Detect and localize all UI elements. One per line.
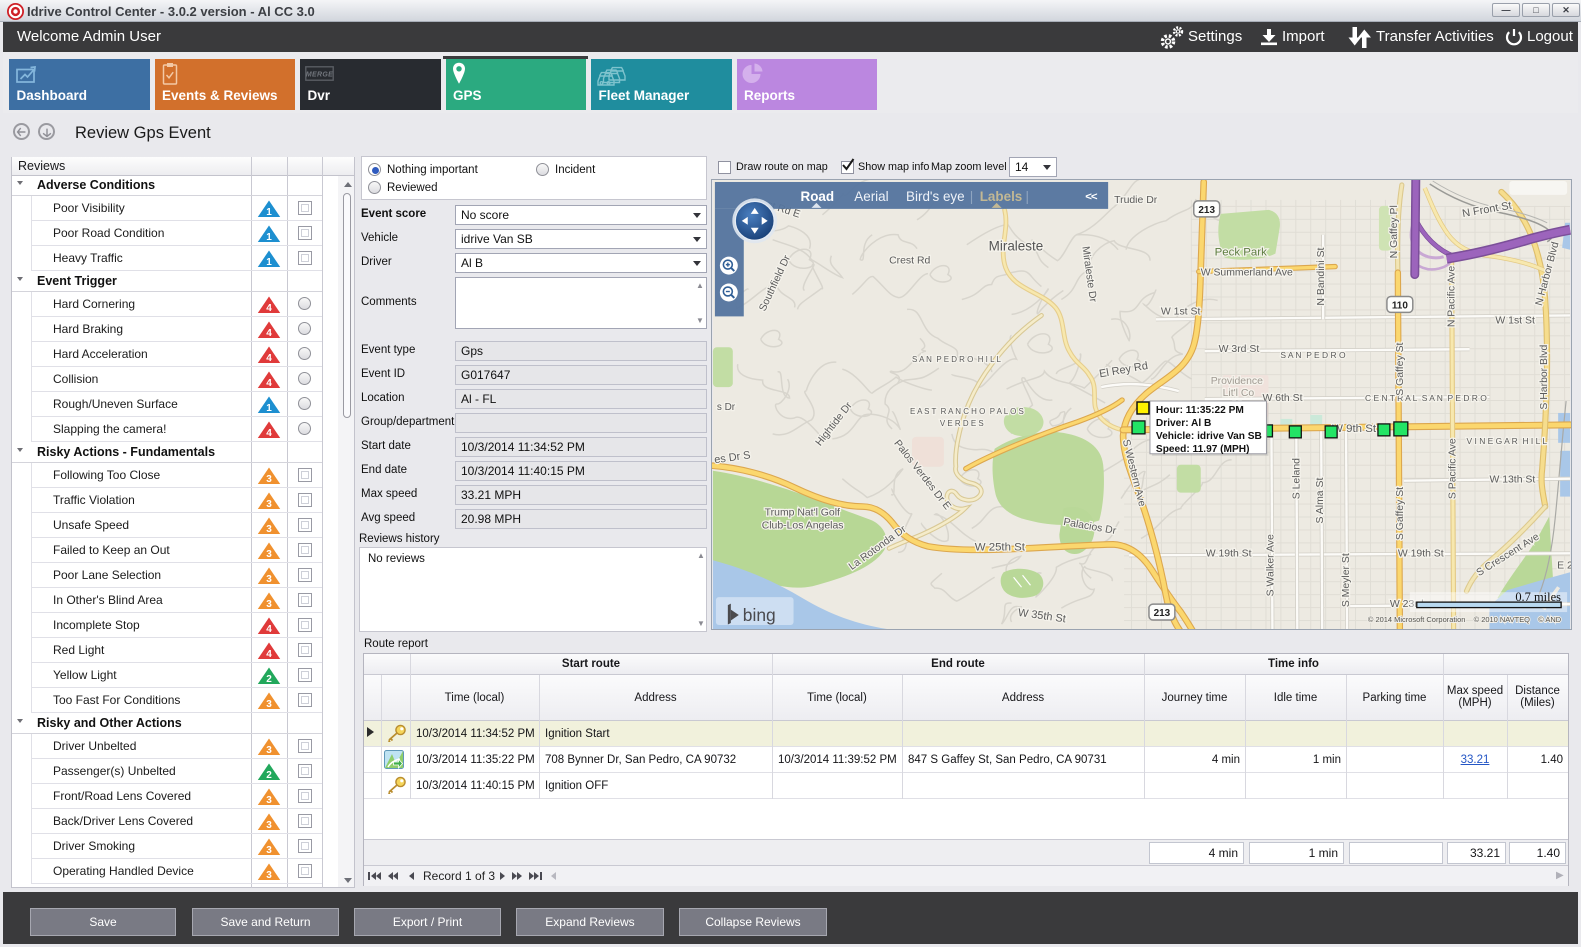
svg-text:W 1st St: W 1st St (1495, 315, 1535, 326)
svg-text:E 22: E 22 (1557, 560, 1572, 571)
svg-text:4: 4 (266, 428, 272, 439)
svg-text:S Gaffey St: S Gaffey St (1395, 342, 1406, 395)
svg-text:4: 4 (266, 624, 272, 635)
svg-text:S A N P E D R O H I L L: S A N P E D R O H I L L (912, 355, 1001, 364)
svg-text:4: 4 (266, 353, 272, 364)
svg-text:W 25th St: W 25th St (975, 541, 1026, 553)
svg-text:3: 3 (266, 574, 272, 585)
svg-text:3: 3 (266, 745, 272, 756)
svg-text:S Leland: S Leland (1291, 458, 1302, 499)
svg-text:1: 1 (266, 232, 272, 243)
svg-text:3: 3 (266, 870, 272, 881)
svg-text:S Pacific Ave: S Pacific Ave (1448, 438, 1459, 499)
svg-text:MERGE: MERGE (306, 72, 333, 79)
svg-text:W 13th St: W 13th St (1489, 475, 1535, 486)
svg-text:Bird's eye: Bird's eye (906, 189, 965, 204)
svg-text:4: 4 (266, 328, 272, 339)
svg-text:3: 3 (266, 499, 272, 510)
svg-text:|: | (1026, 189, 1030, 204)
svg-text:S Gaffey St: S Gaffey St (1395, 487, 1406, 540)
svg-text:C E N T R A L S A N P E D R: C E N T R A L S A N P E D R O (1365, 393, 1487, 403)
svg-text:Trudie Dr: Trudie Dr (1114, 195, 1158, 206)
svg-text:Aerial: Aerial (854, 189, 888, 204)
svg-text:2: 2 (266, 770, 272, 781)
svg-text:Trump Nat'l Golf: Trump Nat'l Golf (765, 508, 840, 519)
svg-text:W Summerland Ave: W Summerland Ave (1201, 268, 1293, 279)
svg-text:213: 213 (1154, 608, 1171, 619)
svg-text:W 9th St: W 9th St (1332, 423, 1377, 435)
svg-text:Driver: Al B: Driver: Al B (1156, 418, 1211, 429)
svg-text:Labels: Labels (980, 189, 1023, 204)
svg-text:110: 110 (1392, 300, 1409, 311)
svg-text:S Walker Ave: S Walker Ave (1265, 534, 1276, 596)
svg-text:S Meyler St: S Meyler St (1341, 553, 1352, 607)
svg-text:3: 3 (266, 549, 272, 560)
svg-text:3: 3 (266, 820, 272, 831)
svg-text:© 2014 Microsoft Corporation: © 2014 Microsoft Corporation © 2010 NAVT… (1368, 615, 1562, 624)
svg-text:Miraleste: Miraleste (989, 239, 1044, 254)
svg-text:1: 1 (266, 403, 272, 414)
svg-text:S Alma St: S Alma St (1315, 478, 1326, 524)
svg-text:Lit'l Co: Lit'l Co (1223, 388, 1255, 399)
svg-text:1: 1 (266, 257, 272, 268)
svg-text:<<: << (1085, 191, 1098, 203)
svg-text:V E R D E S: V E R D E S (940, 419, 984, 428)
svg-text:3: 3 (266, 845, 272, 856)
svg-text:Hour: 11:35:22 PM: Hour: 11:35:22 PM (1156, 405, 1244, 416)
svg-text:3: 3 (266, 524, 272, 535)
svg-text:V I N E G A R H I L L: V I N E G A R H I L L (1467, 436, 1548, 446)
svg-text:Crest Rd: Crest Rd (889, 256, 930, 267)
svg-text:4: 4 (266, 378, 272, 389)
svg-text:W 1st St: W 1st St (1161, 306, 1201, 317)
svg-text:|: | (970, 189, 974, 204)
svg-text:E A S T R A N C H O P A L O: E A S T R A N C H O P A L O S (910, 407, 1024, 416)
svg-text:4: 4 (266, 649, 272, 660)
svg-text:N Pacific Ave: N Pacific Ave (1447, 266, 1458, 327)
svg-text:3: 3 (266, 474, 272, 485)
svg-text:Road: Road (801, 189, 835, 204)
svg-text:N Bandini St: N Bandini St (1316, 247, 1327, 305)
svg-text:bing: bing (743, 605, 776, 625)
svg-text:3: 3 (266, 599, 272, 610)
svg-text:3: 3 (266, 699, 272, 710)
svg-text:S A N P E D R O: S A N P E D R O (1280, 350, 1346, 360)
svg-text:W 19th St: W 19th St (1398, 548, 1444, 559)
svg-text:Providence: Providence (1211, 376, 1263, 387)
svg-text:1: 1 (266, 207, 272, 218)
svg-text:Vehicle: idrive Van SB: Vehicle: idrive Van SB (1156, 431, 1262, 442)
svg-text:2: 2 (266, 674, 272, 685)
svg-text:3: 3 (266, 795, 272, 806)
svg-text:Speed: 11.97 (MPH): Speed: 11.97 (MPH) (1156, 444, 1250, 455)
svg-text:4: 4 (266, 303, 272, 314)
svg-text:S Harbor Blvd: S Harbor Blvd (1539, 344, 1550, 409)
svg-text:W 3rd St: W 3rd St (1219, 344, 1260, 355)
svg-text:N Gaffey Pl: N Gaffey Pl (1389, 205, 1400, 258)
svg-text:Club-Los Angelas: Club-Los Angelas (762, 520, 844, 531)
svg-text:W 6th St: W 6th St (1262, 393, 1302, 404)
svg-text:s Dr: s Dr (717, 402, 736, 413)
svg-text:213: 213 (1198, 205, 1215, 216)
svg-text:W 19th St: W 19th St (1206, 548, 1252, 559)
svg-text:Peck Park: Peck Park (1215, 247, 1267, 259)
